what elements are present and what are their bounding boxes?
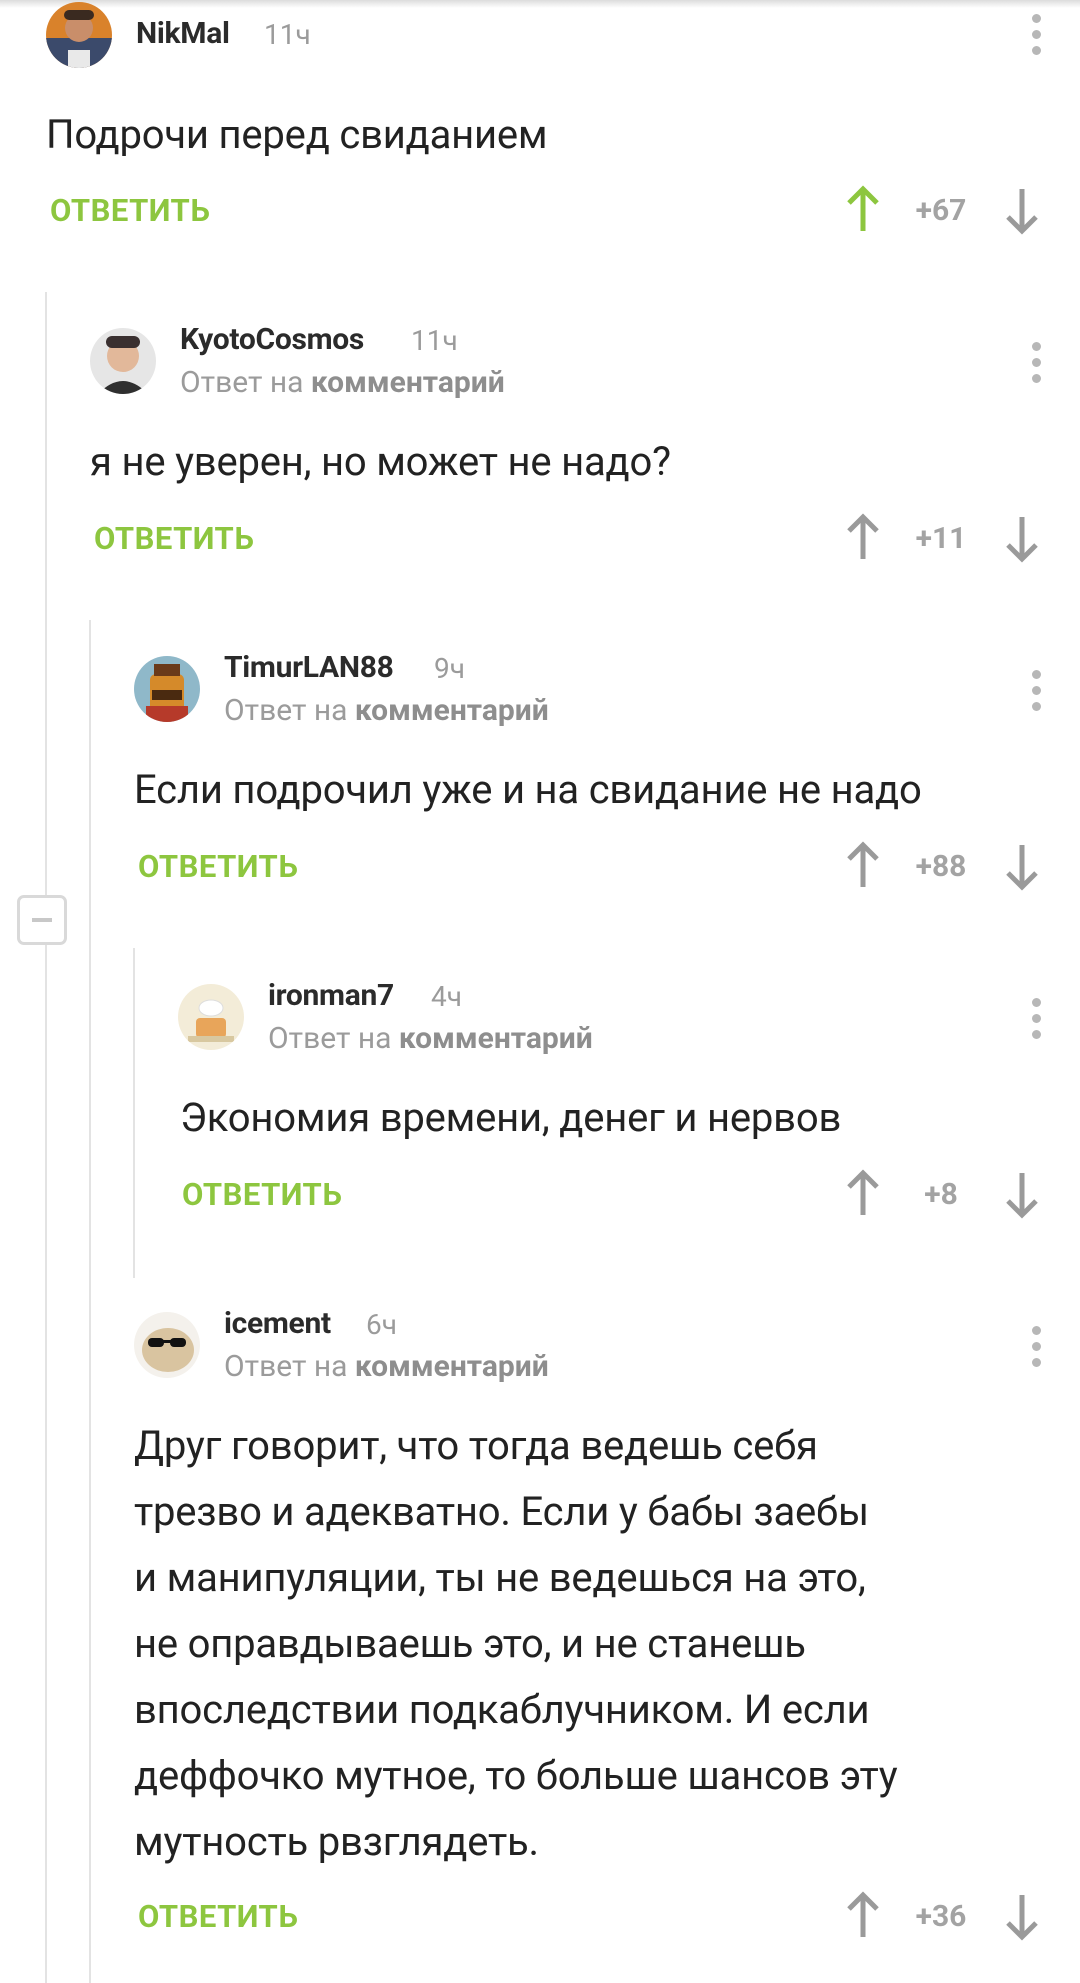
- comment-author[interactable]: TimurLAN88: [224, 650, 394, 685]
- comment-text-line: мутность рвзглядеть.: [134, 1818, 539, 1865]
- reply-button[interactable]: ОТВЕТИТЬ: [138, 848, 298, 885]
- avatar[interactable]: [90, 328, 156, 394]
- comment-text: Друг говорит, что тогда ведешь себя трез…: [134, 1413, 898, 1875]
- more-options-icon[interactable]: [1016, 994, 1056, 1044]
- thread-line-level-2: [89, 620, 91, 1983]
- more-options-icon[interactable]: [1016, 338, 1056, 388]
- reply-to-comment-link[interactable]: комментарий: [355, 1349, 549, 1384]
- upvote-arrow-icon[interactable]: [843, 841, 883, 891]
- vote-score: +36: [915, 1899, 967, 1934]
- reply-to-info: Ответ на комментарий: [224, 1349, 549, 1384]
- comment-time: 11ч: [411, 324, 458, 357]
- reply-to-info: Ответ на комментарий: [268, 1021, 593, 1056]
- reply-to-prefix: Ответ на: [180, 365, 304, 400]
- collapse-thread-button[interactable]: [17, 895, 67, 945]
- vote-score: +67: [915, 193, 967, 228]
- reply-button[interactable]: ОТВЕТИТЬ: [182, 1176, 342, 1213]
- vote-score: +8: [924, 1177, 958, 1212]
- comment-text-line: впоследствии подкаблучником. И если: [134, 1686, 870, 1733]
- vote-score: +88: [915, 849, 967, 884]
- comment-text-line: трезво и адекватно. Если у бабы заебы: [134, 1488, 869, 1535]
- reply-to-prefix: Ответ на: [268, 1021, 392, 1056]
- downvote-arrow-icon[interactable]: [1002, 513, 1042, 563]
- more-options-icon[interactable]: [1016, 1322, 1056, 1372]
- downvote-arrow-icon[interactable]: [1002, 1169, 1042, 1219]
- comment-author[interactable]: icement: [224, 1306, 331, 1341]
- reply-to-prefix: Ответ на: [224, 1349, 348, 1384]
- comment-text-line: деффочко мутное, то больше шансов эту: [134, 1752, 898, 1799]
- upvote-arrow-icon[interactable]: [843, 185, 883, 235]
- comment-text: Если подрочил уже и на свидание не надо: [134, 766, 922, 813]
- reply-to-info: Ответ на комментарий: [180, 365, 505, 400]
- comment-time: 11ч: [264, 18, 311, 51]
- reply-button[interactable]: ОТВЕТИТЬ: [94, 520, 254, 557]
- upvote-arrow-icon[interactable]: [843, 1169, 883, 1219]
- comment-text-line: и манипуляции, ты не ведешься на это,: [134, 1554, 866, 1601]
- upvote-arrow-icon[interactable]: [843, 513, 883, 563]
- comment-text-line: не оправдываешь это, и не станешь: [134, 1620, 806, 1667]
- comment-author[interactable]: KyotoCosmos: [180, 322, 364, 357]
- vote-score: +11: [915, 521, 967, 556]
- downvote-arrow-icon[interactable]: [1002, 185, 1042, 235]
- avatar[interactable]: [134, 656, 200, 722]
- reply-to-info: Ответ на комментарий: [224, 693, 549, 728]
- reply-to-prefix: Ответ на: [224, 693, 348, 728]
- avatar[interactable]: [46, 2, 112, 68]
- avatar[interactable]: [178, 984, 244, 1050]
- downvote-arrow-icon[interactable]: [1002, 1891, 1042, 1941]
- more-options-icon[interactable]: [1016, 666, 1056, 716]
- downvote-arrow-icon[interactable]: [1002, 841, 1042, 891]
- thread-line-level-3: [133, 948, 135, 1278]
- avatar[interactable]: [134, 1312, 200, 1378]
- comment-author[interactable]: ironman7: [268, 978, 394, 1013]
- reply-to-comment-link[interactable]: комментарий: [311, 365, 505, 400]
- comment-time: 9ч: [434, 652, 465, 685]
- comment-text-line: Друг говорит, что тогда ведешь себя: [134, 1422, 818, 1469]
- thread-line-level-1: [45, 292, 47, 1983]
- reply-to-comment-link[interactable]: комментарий: [355, 693, 549, 728]
- reply-button[interactable]: ОТВЕТИТЬ: [138, 1898, 298, 1935]
- reply-button[interactable]: ОТВЕТИТЬ: [50, 192, 210, 229]
- upvote-arrow-icon[interactable]: [843, 1891, 883, 1941]
- comment-time: 6ч: [366, 1308, 397, 1341]
- comment-text: я не уверен, но может не надо?: [90, 438, 671, 485]
- reply-to-comment-link[interactable]: комментарий: [399, 1021, 593, 1056]
- comment-author[interactable]: NikMal: [136, 16, 230, 51]
- comment-time: 4ч: [431, 980, 462, 1013]
- more-options-icon[interactable]: [1016, 10, 1056, 60]
- comment-text: Подрочи перед свиданием: [46, 111, 548, 158]
- top-shadow: [0, 0, 1080, 8]
- comment-text: Экономия времени, денег и нервов: [180, 1094, 842, 1141]
